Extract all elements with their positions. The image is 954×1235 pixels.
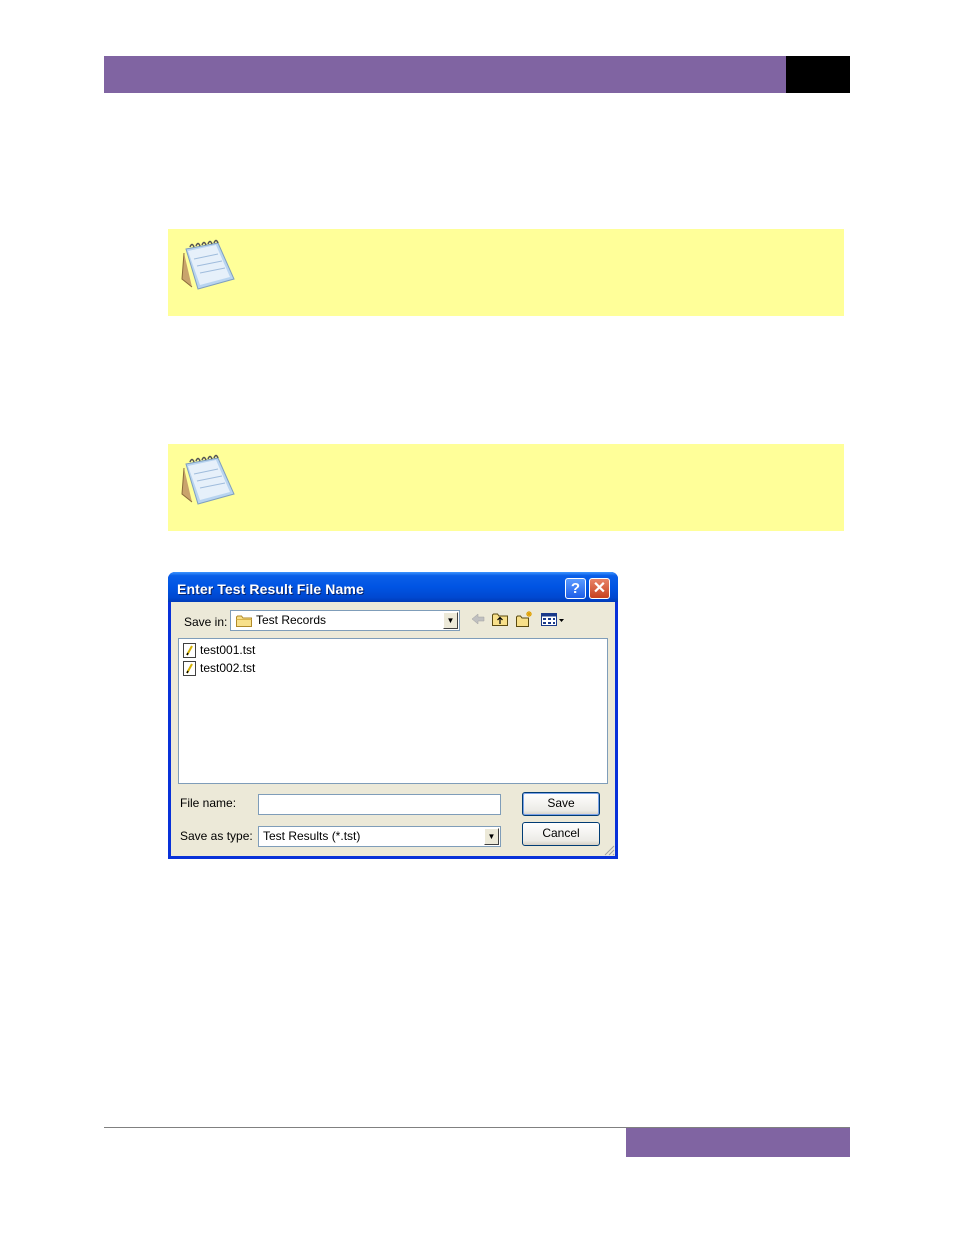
save-in-label: Save in: [184,615,228,629]
save-button[interactable]: Save [522,792,600,816]
folder-icon [236,615,252,627]
save-in-value: Test Records [256,613,327,627]
page-header-bar [104,56,786,93]
save-in-dropdown[interactable]: Test Records ▼ [230,610,460,631]
new-folder-icon[interactable] [515,610,533,628]
up-folder-icon[interactable] [491,610,509,628]
chevron-down-icon[interactable]: ▼ [443,612,458,629]
save-as-type-dropdown[interactable]: Test Results (*.tst) ▼ [258,826,501,847]
file-icon [183,661,196,676]
view-menu-icon[interactable] [540,610,566,628]
note-box-2 [168,444,844,531]
file-name-text: test001.tst [200,643,256,657]
footer-bar [626,1128,850,1157]
cancel-button[interactable]: Cancel [522,822,600,846]
resize-grip-icon[interactable] [603,844,615,856]
notepad-icon [181,239,235,290]
save-file-dialog: Enter Test Result File Name ? ✕ Save in:… [168,572,618,859]
note-box-1 [168,229,844,316]
back-arrow-icon[interactable] [469,610,487,628]
close-button[interactable]: ✕ [589,578,610,599]
chevron-down-icon[interactable]: ▼ [484,828,499,845]
dialog-body: Save in: Test Records ▼ test001.tst test… [171,602,615,856]
page-number-box [786,56,850,93]
save-as-type-label: Save as type: [180,829,253,843]
dialog-titlebar[interactable]: Enter Test Result File Name ? ✕ [168,572,618,602]
file-name-input[interactable] [258,794,501,815]
file-name-text: test002.tst [200,661,256,675]
file-icon [183,643,196,658]
dialog-title: Enter Test Result File Name [177,581,364,597]
help-button[interactable]: ? [565,578,586,599]
notepad-icon [181,454,235,505]
save-as-type-value: Test Results (*.tst) [263,829,361,843]
file-name-label: File name: [180,796,237,810]
file-list[interactable]: test001.tst test002.tst [178,638,608,784]
